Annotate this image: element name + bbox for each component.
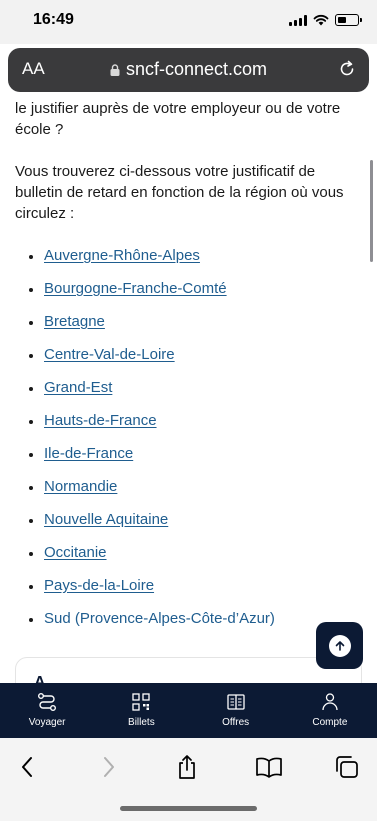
scrollbar[interactable] [370,160,373,262]
bookmarks-button[interactable] [254,752,284,782]
region-label: Sud (Provence-Alpes-Côte-d’Azur) [44,610,275,627]
home-indicator [120,806,257,811]
region-link[interactable]: Grand-Est [44,379,112,396]
chevron-right-icon [104,757,114,777]
browser-toolbar [0,738,377,821]
url-host-text: sncf-connect.com [125,59,268,79]
nav-label-compte: Compte [312,717,348,728]
qr-code-icon [132,693,151,711]
book-icon [226,694,245,710]
list-item: Sud (Provence-Alpes-Côte-d’Azur) [15,607,355,640]
nav-item-billets[interactable]: Billets [94,683,188,738]
lock-icon [110,64,120,76]
url-host-display[interactable]: sncf-connect.com [8,59,369,80]
list-item: Nouvelle Aquitaine [15,508,355,541]
list-item: Bretagne [15,310,355,343]
status-icons [289,14,362,26]
tabs-icon [336,756,358,778]
body-paragraph: Vous trouverez ci-dessous votre justific… [15,163,344,222]
cellular-signal-icon [289,14,307,26]
chevron-left-icon [22,757,32,777]
region-link[interactable]: Hauts-de-France [44,412,157,429]
reload-icon[interactable] [337,59,357,79]
arrow-up-icon [328,634,351,657]
share-icon [179,755,195,779]
list-item: Centre-Val-de-Loire [15,343,355,376]
region-list: Auvergne-Rhône-Alpes Bourgogne-Franche-Co… [15,244,355,640]
book-open-icon [256,757,282,778]
region-link[interactable]: Occitanie [44,544,107,561]
scroll-to-top-button[interactable] [316,622,363,669]
user-icon [322,693,338,711]
battery-icon [335,14,362,26]
region-link[interactable]: Normandie [44,478,117,495]
list-item: Grand-Est [15,376,355,409]
nav-item-compte[interactable]: Compte [283,683,377,738]
status-bar: 16:49 [0,0,377,44]
region-link[interactable]: Ile-de-France [44,445,133,462]
list-item: Ile-de-France [15,442,355,475]
url-bar[interactable]: AA sncf-connect.com [8,48,369,92]
region-link[interactable]: Centre-Val-de-Loire [44,346,175,363]
nav-item-offres[interactable]: Offres [189,683,283,738]
list-item: Bourgogne-Franche-Comté [15,277,355,310]
list-item: Hauts-de-France [15,409,355,442]
list-item: Normandie [15,475,355,508]
status-time: 16:49 [33,11,74,28]
tabs-button[interactable] [332,752,362,782]
nav-label-billets: Billets [128,717,155,728]
region-link[interactable]: Nouvelle Aquitaine [44,511,168,528]
share-button[interactable] [172,752,202,782]
intro-paragraph: le justifier auprès de votre employeur o… [15,100,341,138]
route-icon [38,693,57,711]
nav-label-offres: Offres [222,717,250,728]
page-content: le justifier auprès de votre employeur o… [15,98,355,640]
wifi-icon [313,14,329,26]
back-button[interactable] [12,752,42,782]
nav-label-voyager: Voyager [28,717,66,728]
region-link[interactable]: Pays-de-la-Loire [44,577,154,594]
list-item: Occitanie [15,541,355,574]
region-link[interactable]: Bourgogne-Franche-Comté [44,280,227,297]
list-item: Auvergne-Rhône-Alpes [15,244,355,277]
app-bottom-nav: Voyager Billets Offres Compte [0,683,377,738]
forward-button[interactable] [94,752,124,782]
list-item: Pays-de-la-Loire [15,574,355,607]
region-link[interactable]: Bretagne [44,313,105,330]
nav-item-voyager[interactable]: Voyager [0,683,94,738]
region-link[interactable]: Auvergne-Rhône-Alpes [44,247,200,264]
